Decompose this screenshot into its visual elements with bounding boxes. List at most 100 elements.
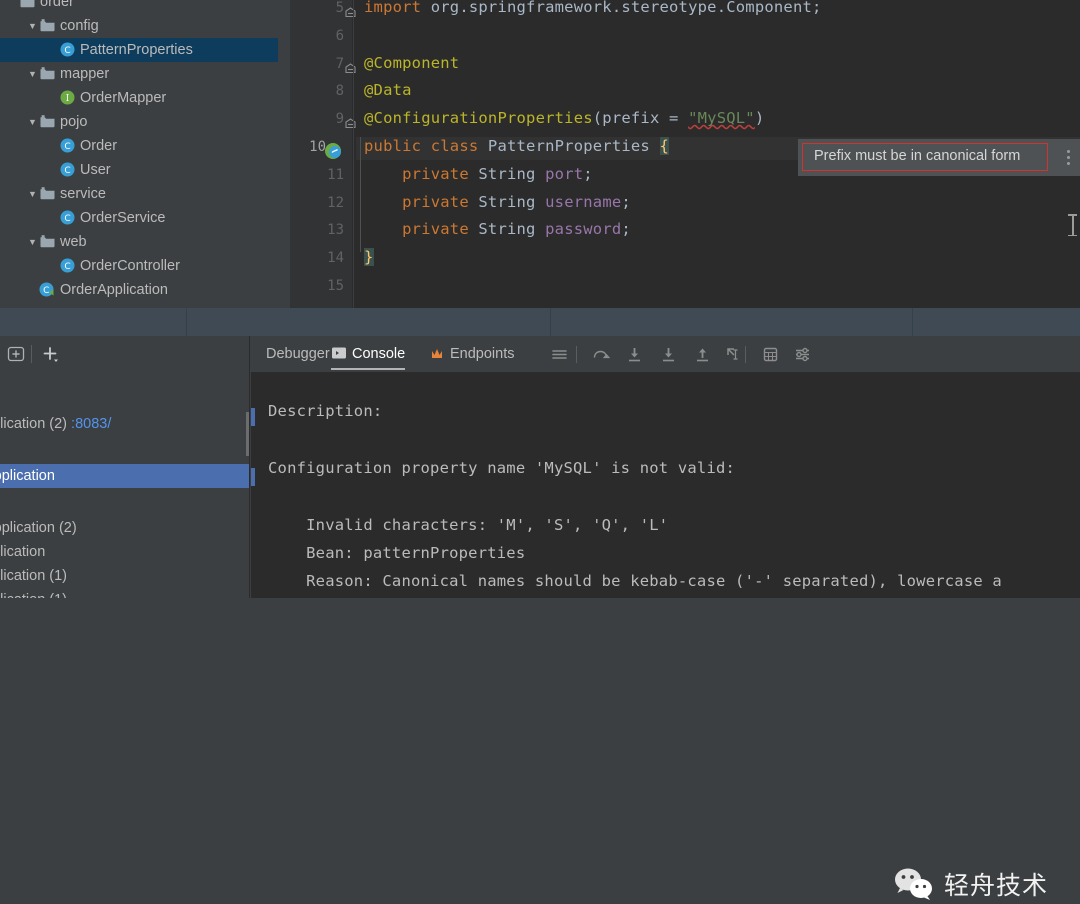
settings-sliders-icon[interactable] — [793, 345, 812, 364]
editor-gutter[interactable]: 5 6 7 8 9 10 11 12 13 14 15 — [290, 0, 356, 308]
tab-endpoints[interactable]: Endpoints — [429, 336, 515, 372]
mouse-text-cursor-icon — [1068, 214, 1077, 236]
console-tab-bar[interactable]: Debugger Console Endpoints — [251, 336, 1080, 372]
fold-collapse-icon[interactable] — [345, 5, 356, 18]
line-number: 13 — [327, 222, 344, 239]
run-list-item[interactable]: pplication (1) — [0, 564, 250, 588]
run-list-item[interactable]: pplication (1) — [0, 588, 250, 598]
tree-twisty-icon[interactable]: ▼ — [26, 110, 39, 134]
svg-text:I: I — [66, 94, 70, 104]
kebab-menu-icon[interactable] — [1067, 150, 1071, 166]
run-list-item[interactable]: pplication — [0, 540, 250, 564]
run-list-item-label: pplication (2) :8083/ — [0, 416, 112, 432]
folder-icon — [19, 0, 36, 10]
tree-item-label: OrderApplication — [60, 282, 168, 299]
line-number: 8 — [335, 83, 344, 100]
java-class-icon: C — [59, 137, 76, 154]
tree-item-ordermapper[interactable]: I OrderMapper — [0, 86, 278, 110]
run-list-item-label: Application — [0, 468, 55, 484]
console-line: Invalid characters: 'M', 'S', 'Q', 'L' — [268, 516, 669, 534]
svg-text:C: C — [64, 262, 70, 272]
tab-label: Endpoints — [450, 346, 515, 362]
tree-item-label: User — [80, 162, 111, 179]
run-configurations-list[interactable]: pplication (2) :8083/Application Applicat… — [0, 372, 250, 598]
code-line: private String username; — [364, 192, 631, 211]
java-class-icon: C — [59, 209, 76, 226]
svg-text:C: C — [64, 214, 70, 224]
step-over-icon[interactable] — [591, 345, 611, 364]
tab-debugger[interactable]: Debugger — [266, 336, 330, 372]
tree-item-orderapplication[interactable]: C OrderApplication — [0, 278, 278, 302]
tree-item-config[interactable]: ▼ config — [0, 14, 278, 38]
console-output[interactable]: Description: Configuration property name … — [251, 372, 1080, 598]
new-tab-icon[interactable] — [6, 344, 26, 364]
tree-item-label: Order — [80, 138, 118, 155]
run-to-cursor-icon[interactable] — [724, 345, 743, 364]
run-list-item[interactable]: pplication (2) :8083/ — [0, 412, 250, 436]
line-number: 15 — [327, 278, 344, 294]
folder-icon — [39, 65, 56, 82]
run-console-divider — [249, 336, 250, 598]
run-list-item-label: pplication — [0, 544, 46, 560]
tree-item-order[interactable]: order — [0, 0, 278, 14]
tree-twisty-icon[interactable]: ▼ — [26, 182, 39, 206]
tree-item-label: mapper — [60, 66, 110, 83]
line-number: 12 — [327, 194, 344, 211]
spring-bean-icon[interactable] — [324, 142, 342, 160]
run-toolbar[interactable] — [0, 336, 250, 373]
svg-text:C: C — [64, 46, 70, 56]
java-interface-icon: I — [59, 89, 76, 106]
window-divider-strip — [0, 308, 1080, 336]
tree-item-pojo[interactable]: ▼ pojo — [0, 110, 278, 134]
code-line: private String password; — [364, 220, 631, 239]
folder-icon — [39, 185, 56, 202]
tree-item-mapper[interactable]: ▼ mapper — [0, 62, 278, 86]
console-tool-window[interactable]: Debugger Console Endpoints Description: Con… — [251, 336, 1080, 598]
console-line: Bean: patternProperties — [268, 544, 526, 562]
run-list-item[interactable]: Application — [0, 464, 250, 488]
tree-item-label: service — [60, 186, 106, 203]
tree-item-patternproperties[interactable]: C PatternProperties — [0, 38, 278, 62]
console-icon — [331, 339, 347, 359]
console-gutter-marker — [251, 468, 255, 486]
tree-item-user[interactable]: C User — [0, 158, 278, 182]
endpoints-icon — [429, 339, 445, 358]
tree-item-orderservice[interactable]: C OrderService — [0, 206, 278, 230]
tree-item-label: config — [60, 18, 99, 35]
tree-item-label: pojo — [60, 114, 88, 131]
line-number: 5 — [335, 0, 344, 16]
tree-twisty-icon[interactable]: ▼ — [26, 14, 39, 38]
tab-label: Console — [352, 346, 406, 362]
strip-separator — [912, 308, 913, 336]
code-line: @ConfigurationProperties(prefix = "MySQL… — [364, 109, 765, 128]
list-icon[interactable] — [550, 345, 569, 364]
tab-console[interactable]: Console — [331, 336, 406, 372]
tree-twisty-icon[interactable]: ▼ — [26, 62, 39, 86]
fold-collapse-icon[interactable] — [345, 61, 356, 73]
svg-text:C: C — [43, 286, 49, 296]
run-port-link[interactable]: :8083/ — [71, 416, 111, 432]
fold-collapse-icon[interactable] — [345, 116, 356, 129]
tree-item-service[interactable]: ▼ service — [0, 182, 278, 206]
top-section: order ▼ config C PatternProperties ▼ mapper I Or… — [0, 0, 1080, 308]
spring-boot-class-icon: C — [39, 281, 56, 298]
folder-icon — [39, 17, 56, 34]
svg-text:C: C — [64, 166, 70, 176]
line-number: 6 — [335, 27, 344, 44]
evaluate-icon[interactable] — [761, 345, 780, 364]
force-step-into-icon[interactable] — [659, 345, 678, 364]
tree-twisty-icon[interactable]: ▼ — [26, 230, 39, 254]
console-line: Reason: Canonical names should be kebab-… — [268, 572, 1002, 590]
plus-icon[interactable] — [40, 344, 60, 364]
tree-item-ordercontroller[interactable]: C OrderController — [0, 254, 278, 278]
step-into-icon[interactable] — [625, 345, 644, 364]
tooltip-message: Prefix must be in canonical form — [814, 148, 1021, 164]
tree-item-web[interactable]: ▼ web — [0, 230, 278, 254]
inspection-tooltip[interactable]: Prefix must be in canonical form — [798, 139, 1080, 176]
run-tool-window[interactable]: pplication (2) :8083/Application Applicat… — [0, 336, 250, 598]
step-out-icon[interactable] — [693, 345, 712, 364]
code-line: } — [364, 248, 374, 267]
project-file-tree[interactable]: order ▼ config C PatternProperties ▼ mapper I Or… — [0, 0, 278, 308]
tree-item-order[interactable]: C Order — [0, 134, 278, 158]
run-list-item[interactable]: Application (2) — [0, 516, 250, 540]
